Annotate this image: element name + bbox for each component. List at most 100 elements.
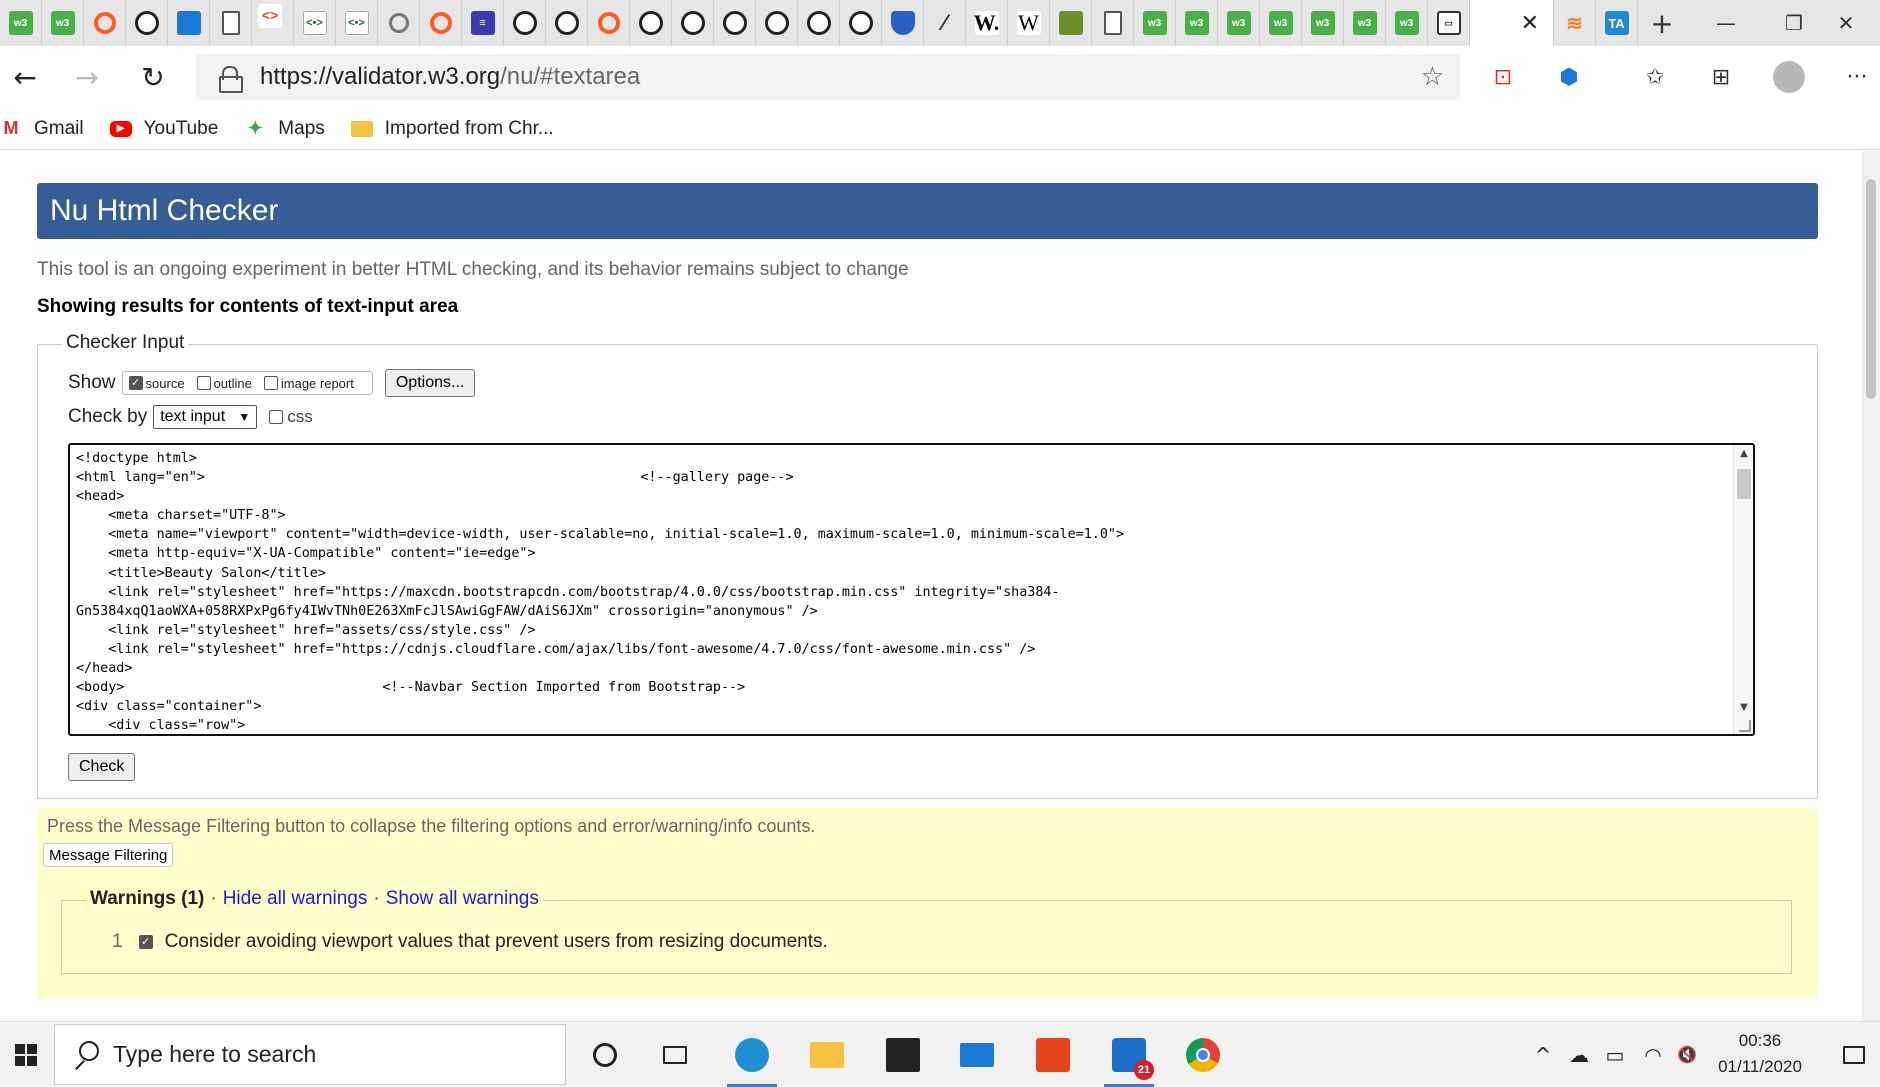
url-text[interactable]: https://validator.w3.org/nu/#textarea [260,63,640,91]
browser-tab[interactable] [714,0,756,46]
extension-pocket-icon[interactable]: ⊡ [1486,60,1520,94]
onedrive-icon[interactable]: ☁ [1564,1022,1594,1087]
volume-muted-icon[interactable]: 🔇 [1672,1022,1702,1087]
browser-tab[interactable]: w3 [1176,0,1218,46]
battery-icon[interactable]: ▭ [1600,1022,1630,1087]
window-close-button[interactable]: ✕ [1812,0,1880,46]
notifications-button[interactable] [1834,1022,1874,1087]
browser-tab[interactable]: w3 [1386,0,1428,46]
taskbar-app[interactable] [570,1022,640,1087]
source-code[interactable]: <!doctype html> <html lang="en"> <!--gall… [76,449,1726,734]
page-scroll-thumb[interactable] [1866,179,1876,399]
show-option-image-report[interactable]: image report [263,376,354,391]
resize-handle[interactable] [1739,720,1751,732]
taskbar-clock[interactable]: 00:36 01/11/2020 [1700,1028,1820,1080]
css-checkbox[interactable] [269,410,284,424]
new-tab-button[interactable]: + [1638,0,1686,46]
bookmark-item[interactable]: ✦ Maps [244,118,325,140]
back-button[interactable]: ← [0,46,50,108]
browser-tab[interactable]: w3 [1260,0,1302,46]
taskbar-app[interactable] [717,1022,787,1087]
browser-tab[interactable] [798,0,840,46]
wifi-icon[interactable]: ◠ [1638,1022,1668,1087]
browser-tab[interactable] [840,0,882,46]
browser-tab[interactable] [84,0,126,46]
hide-all-warnings-link[interactable]: Hide all warnings [223,888,368,910]
browser-tab[interactable]: ≡ [462,0,504,46]
browser-tab[interactable] [126,0,168,46]
browser-tab[interactable]: W [1008,0,1050,46]
browser-tab[interactable]: w3 [42,0,84,46]
message-checkbox[interactable]: ✓ [138,935,153,949]
css-option[interactable]: css [269,407,313,427]
textarea-scrollbar[interactable]: ▲ ▼ [1733,445,1753,734]
collections-icon[interactable]: ⊞ [1704,60,1738,94]
taskbar-app[interactable] [942,1022,1012,1087]
start-button[interactable] [0,1022,52,1087]
active-tab[interactable]: ✕ [1470,0,1554,46]
taskbar-app[interactable] [1168,1022,1238,1087]
browser-tab[interactable]: TA [1596,0,1638,46]
show-option-source[interactable]: ✓ source [128,376,185,391]
browser-tab[interactable]: w3 [1344,0,1386,46]
settings-menu-button[interactable]: ··· [1840,60,1874,94]
extension-cube-icon[interactable]: ⬢ [1552,60,1586,94]
browser-tab[interactable] [210,0,252,46]
checkbox[interactable] [263,376,278,390]
checkbox[interactable]: ✓ [128,376,143,390]
bookmark-item[interactable]: Imported from Chr... [350,118,554,140]
browser-tab[interactable] [882,0,924,46]
browser-tab[interactable] [378,0,420,46]
page-scrollbar[interactable] [1862,151,1880,1021]
taskbar-app[interactable]: 21 [1094,1022,1164,1087]
source-textarea[interactable]: <!doctype html> <html lang="en"> <!--gall… [68,443,1755,736]
browser-tab[interactable]: ≋ [1554,0,1596,46]
bookmark-item[interactable]: M Gmail [0,118,84,140]
options-button[interactable]: Options... [384,369,476,397]
browser-tab[interactable]: <•> [336,0,378,46]
textarea-scroll-thumb[interactable] [1737,469,1751,499]
browser-tab[interactable]: ▭ [1428,0,1470,46]
address-bar[interactable]: https://validator.w3.org/nu/#textarea ☆ [196,54,1460,100]
message-filtering-button[interactable]: Message Filtering [43,843,174,867]
favorite-star-icon[interactable]: ☆ [1421,62,1444,92]
forward-button[interactable]: → [62,46,112,108]
browser-tab[interactable] [504,0,546,46]
browser-tab[interactable] [672,0,714,46]
browser-tab[interactable] [420,0,462,46]
scroll-down-icon[interactable]: ▼ [1737,702,1751,716]
reload-button[interactable]: ↻ [128,46,178,108]
browser-tab[interactable] [546,0,588,46]
check-by-select[interactable]: text input ▼ [153,405,258,429]
taskbar-app[interactable] [1018,1022,1088,1087]
tab-close-icon[interactable]: ✕ [1521,11,1539,36]
browser-tab[interactable] [756,0,798,46]
scroll-up-icon[interactable]: ▲ [1737,448,1751,462]
profile-avatar[interactable] [1772,60,1806,94]
browser-tab[interactable]: w3 [1218,0,1260,46]
browser-tab[interactable] [168,0,210,46]
checkbox[interactable] [196,376,211,390]
show-all-warnings-link[interactable]: Show all warnings [386,888,539,910]
show-option-outline[interactable]: outline [196,376,252,391]
bookmark-item[interactable]: ▶ YouTube [109,118,218,140]
browser-tab[interactable]: w3 [1302,0,1344,46]
browser-tab[interactable]: ⁄ [924,0,966,46]
browser-tab[interactable]: W. [966,0,1008,46]
browser-tab[interactable] [588,0,630,46]
taskbar-app[interactable] [868,1022,938,1087]
browser-tab[interactable]: <•> [294,0,336,46]
browser-tab[interactable]: w3 [0,0,42,46]
browser-tab[interactable] [1050,0,1092,46]
minimize-button[interactable]: — [1692,0,1760,46]
taskbar-search[interactable]: Type here to search [54,1024,566,1085]
tray-chevron-icon[interactable]: ^ [1528,1022,1558,1087]
browser-tab[interactable]: w3 [1134,0,1176,46]
check-button[interactable]: Check [68,753,136,781]
browser-tab[interactable]: <> [252,0,294,46]
browser-tab[interactable] [1092,0,1134,46]
favorites-icon[interactable]: ✩ [1638,60,1672,94]
browser-tab[interactable] [630,0,672,46]
taskbar-app[interactable] [792,1022,862,1087]
taskbar-app[interactable] [640,1022,710,1087]
